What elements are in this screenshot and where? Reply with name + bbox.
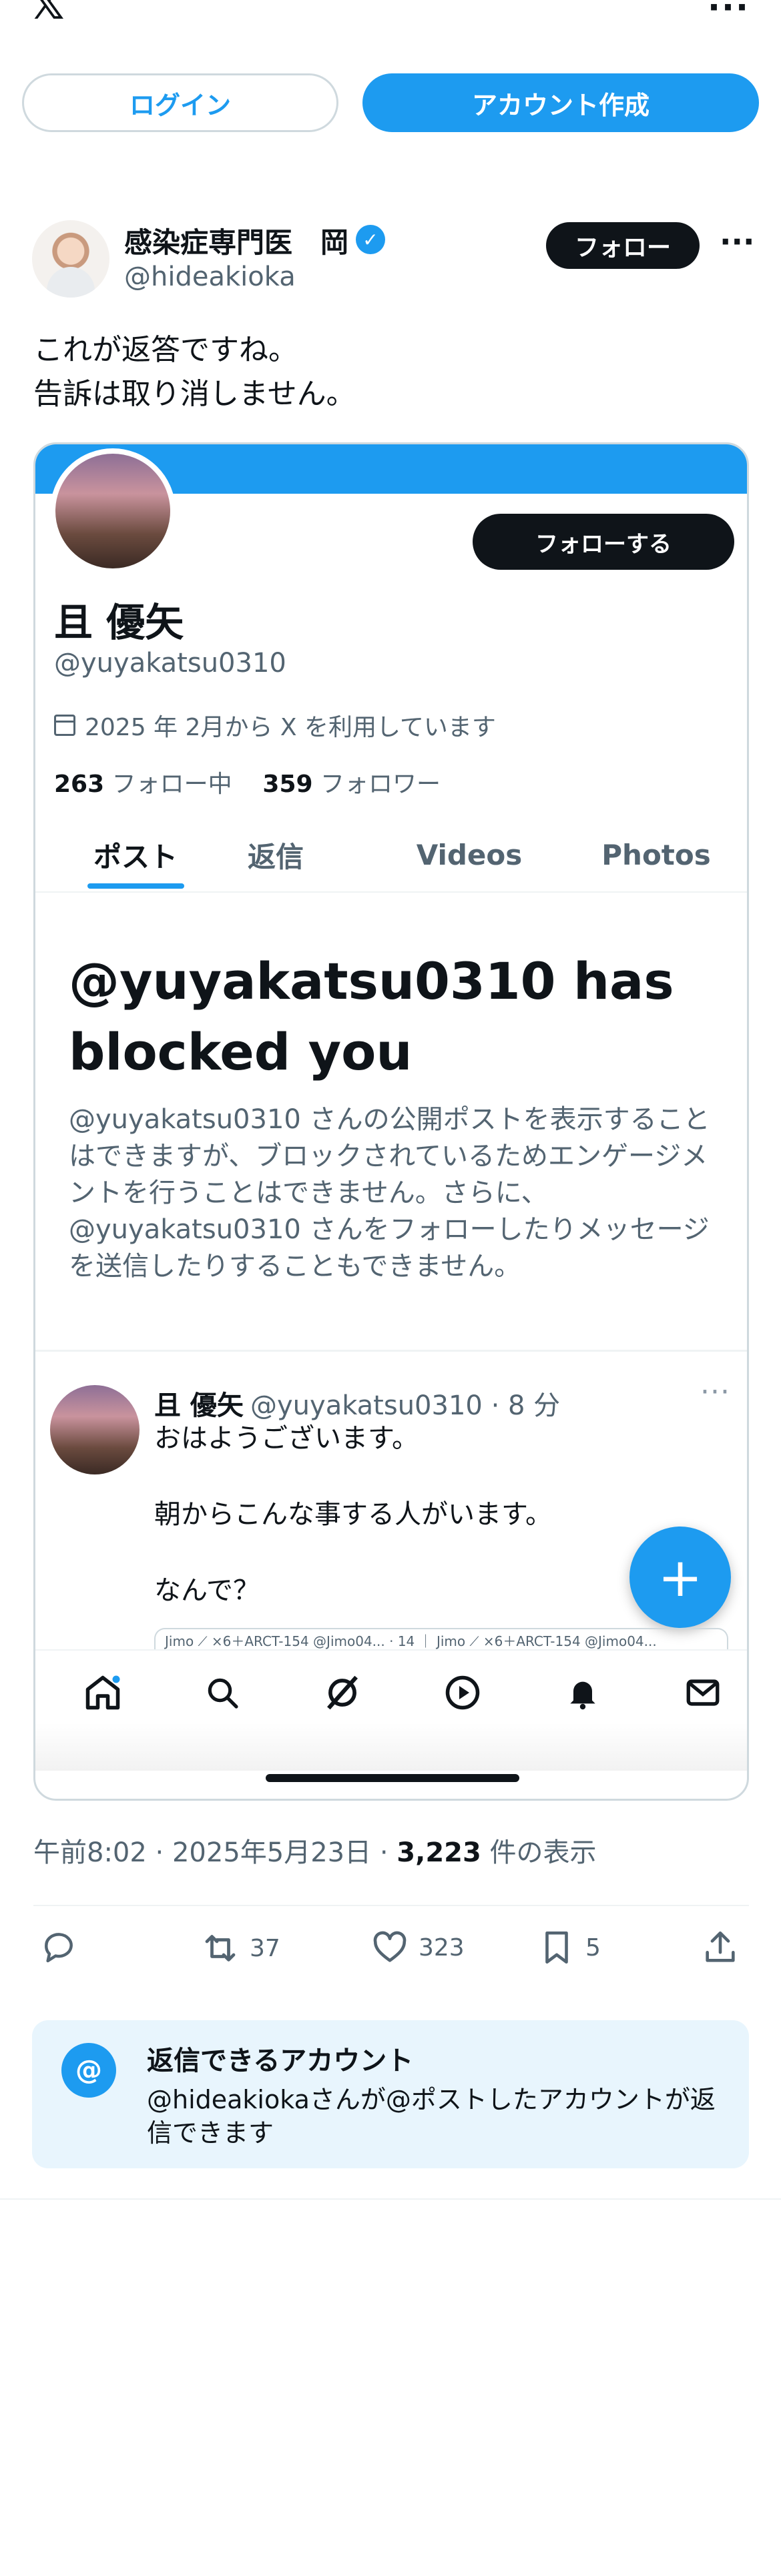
bottom-navigation xyxy=(35,1649,747,1771)
reply-settings-description: @hideakiokaさんが@ポストしたアカウントが返信できます xyxy=(147,2085,716,2148)
post-author-name: 且 優矢 xyxy=(154,1390,244,1421)
profile-avatar xyxy=(50,448,176,574)
reply-settings-notice: @ 返信できるアカウント @hideakiokaさんが@ポストしたアカウントが返… xyxy=(32,2020,749,2168)
home-icon xyxy=(79,1669,126,1716)
like-icon xyxy=(373,1931,407,1962)
reply-settings-title: 返信できるアカウント xyxy=(147,2046,414,2076)
tab-photos: Photos xyxy=(601,838,711,871)
verified-icon: ✓ xyxy=(356,225,385,254)
blocked-title: @yuyakatsu0310 has blocked you xyxy=(69,951,674,1082)
author-handle[interactable]: @hideakioka xyxy=(124,262,296,292)
followers-count: 359 xyxy=(262,771,313,798)
tweet-text-line: 告訴は取り消しません。 xyxy=(33,377,356,411)
bell-icon xyxy=(559,1669,606,1716)
post-handle-time: @yuyakatsu0310 · 8 分 xyxy=(250,1390,561,1421)
views-count: 3,223 xyxy=(397,1837,481,1868)
login-button[interactable]: ログイン xyxy=(22,73,338,132)
signup-button[interactable]: アカウント作成 xyxy=(362,73,759,132)
quote-preview: Jimo ⟋ ×6＋ARCT-154 @Jimo04... · 14 ｜ Jim… xyxy=(154,1628,728,1649)
share-button[interactable] xyxy=(701,1928,740,1967)
share-icon xyxy=(706,1931,735,1962)
following-label: フォロー中 xyxy=(111,771,232,798)
tab-replies: 返信 xyxy=(247,840,304,873)
search-icon xyxy=(199,1669,246,1716)
tweet-time: 午前8:02 xyxy=(33,1837,147,1868)
tweet-more-icon[interactable]: ··· xyxy=(720,224,754,260)
bookmark-count: 5 xyxy=(585,1934,601,1962)
like-count: 323 xyxy=(419,1934,465,1962)
compose-plus-icon: + xyxy=(629,1527,731,1628)
author-avatar[interactable] xyxy=(32,220,109,298)
tweet-date[interactable]: 2025年5月23日 xyxy=(172,1837,371,1868)
divider xyxy=(0,2198,781,2200)
like-button[interactable]: 323 xyxy=(370,1928,465,1967)
grok-icon xyxy=(319,1669,366,1716)
attached-image[interactable]: フォローする 且 優矢 @yuyakatsu0310 2025 年 2月から X… xyxy=(33,442,749,1801)
profile-stats: 263 フォロー中 359 フォロワー xyxy=(54,765,441,799)
retweet-button[interactable]: 37 xyxy=(200,1928,280,1968)
mail-icon xyxy=(680,1669,726,1716)
following-count: 263 xyxy=(54,771,105,798)
post-text: おはようございます。 朝からこんな事する人がいます。 なんで？ xyxy=(154,1423,552,1606)
bookmark-button[interactable]: 5 xyxy=(537,1928,601,1967)
calendar-icon xyxy=(54,715,75,736)
home-indicator xyxy=(266,1774,519,1782)
reply-icon xyxy=(45,1933,73,1963)
views-label: 件の表示 xyxy=(489,1837,597,1868)
profile-joined: 2025 年 2月から X を利用しています xyxy=(54,708,496,743)
retweet-count: 37 xyxy=(250,1934,280,1962)
more-icon[interactable]: ··· xyxy=(708,0,750,27)
reply-button[interactable] xyxy=(40,1928,77,1966)
tweet-text-line: これが返答ですね。 xyxy=(33,333,298,367)
retweet-icon xyxy=(205,1935,236,1962)
tweet-meta: 午前8:02 · 2025年5月23日 · 3,223 件の表示 xyxy=(33,1837,597,1868)
video-icon xyxy=(439,1669,486,1716)
blocked-description: @yuyakatsu0310 さんの公開ポストを表示することはできますが、ブロッ… xyxy=(69,1104,710,1282)
profile-tabs: ポスト 返信 Videos Photos xyxy=(35,818,747,893)
divider xyxy=(33,1905,749,1906)
profile-name: 且 優矢 xyxy=(54,600,184,645)
x-logo-icon[interactable]: 𝕏 xyxy=(30,0,65,29)
followers-label: フォロワー xyxy=(320,771,441,798)
post-more-icon: ··· xyxy=(700,1375,730,1409)
bookmark-icon xyxy=(545,1931,568,1964)
profile-handle: @yuyakatsu0310 xyxy=(54,648,286,679)
follow-button[interactable]: フォロー xyxy=(546,222,700,269)
tab-videos: Videos xyxy=(416,838,523,871)
profile-joined-text: 2025 年 2月から X を利用しています xyxy=(85,714,496,741)
profile-follow-button: フォローする xyxy=(473,514,734,570)
at-icon: @ xyxy=(61,2043,116,2098)
action-bar: 37 323 5 xyxy=(33,1928,749,1982)
post-avatar xyxy=(50,1385,140,1474)
author-display-name[interactable]: 感染症専門医 岡 xyxy=(124,220,348,261)
tweet-text: これが返答ですね。 告訴は取り消しません。 xyxy=(33,328,356,416)
divider xyxy=(35,1350,747,1352)
tab-active-indicator xyxy=(87,883,184,889)
